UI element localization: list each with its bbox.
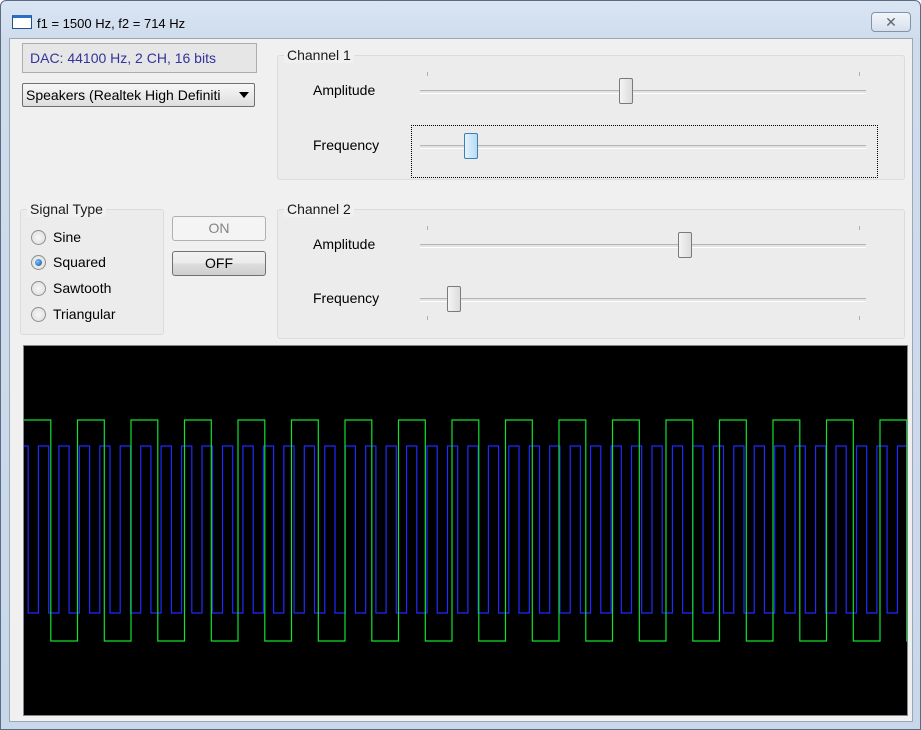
on-button[interactable]: ON bbox=[172, 216, 266, 241]
channel1-label: Channel 1 bbox=[284, 47, 354, 63]
slider-track bbox=[420, 90, 866, 94]
signal-type-label: Signal Type bbox=[27, 201, 106, 217]
slider-tick bbox=[859, 316, 860, 320]
waveform-display bbox=[23, 345, 908, 716]
output-device-value: Speakers (Realtek High Definiti bbox=[26, 87, 221, 103]
slider-thumb[interactable] bbox=[619, 78, 634, 104]
channel1-amplitude-slider[interactable] bbox=[418, 72, 868, 112]
client-area: DAC: 44100 Hz, 2 CH, 16 bits Speakers (R… bbox=[9, 38, 913, 722]
off-button[interactable]: OFF bbox=[172, 251, 266, 276]
title-bar[interactable]: f1 = 1500 Hz, f2 = 714 Hz ✕ bbox=[1, 1, 920, 37]
slider-thumb[interactable] bbox=[447, 286, 461, 312]
slider-thumb[interactable] bbox=[463, 133, 478, 159]
radio-button[interactable] bbox=[31, 281, 46, 296]
slider-track bbox=[420, 298, 866, 302]
signal-type-group: Signal Type Sine Squared Sawtooth Triang… bbox=[20, 201, 164, 335]
window-icon bbox=[12, 15, 32, 29]
channel1-waveform bbox=[24, 445, 907, 614]
channel2-amplitude-label: Amplitude bbox=[313, 236, 376, 252]
slider-tick bbox=[859, 72, 860, 76]
channel1-amplitude-label: Amplitude bbox=[313, 82, 376, 98]
channel1-group: Channel 1 Amplitude Frequency bbox=[277, 47, 905, 180]
channel2-label: Channel 2 bbox=[284, 201, 354, 217]
radio-button[interactable] bbox=[31, 307, 46, 322]
slider-tick bbox=[859, 226, 860, 230]
slider-thumb[interactable] bbox=[678, 232, 692, 258]
slider-track bbox=[420, 244, 866, 248]
channel1-frequency-slider[interactable] bbox=[418, 127, 868, 167]
channel2-group: Channel 2 Amplitude Frequency bbox=[277, 201, 905, 339]
slider-track bbox=[420, 145, 866, 149]
channel2-amplitude-slider[interactable] bbox=[418, 226, 868, 266]
radio-button[interactable] bbox=[31, 255, 46, 270]
radio-button[interactable] bbox=[31, 230, 46, 245]
output-device-select[interactable]: Speakers (Realtek High Definiti bbox=[22, 83, 255, 107]
radio-label: Sine bbox=[53, 229, 82, 245]
dac-info-display: DAC: 44100 Hz, 2 CH, 16 bits bbox=[22, 43, 257, 73]
radio-label: Squared bbox=[53, 254, 106, 270]
channel2-frequency-slider[interactable] bbox=[418, 280, 868, 320]
channel1-frequency-label: Frequency bbox=[313, 137, 380, 153]
slider-tick bbox=[427, 72, 428, 76]
slider-tick bbox=[427, 316, 428, 320]
radio-label: Sawtooth bbox=[53, 280, 112, 296]
close-button[interactable]: ✕ bbox=[871, 12, 911, 32]
slider-tick bbox=[427, 226, 428, 230]
channel2-frequency-label: Frequency bbox=[313, 290, 380, 306]
window-title: f1 = 1500 Hz, f2 = 714 Hz bbox=[37, 16, 186, 31]
radio-label: Triangular bbox=[53, 306, 116, 322]
waveform-canvas bbox=[24, 419, 907, 642]
app-window: f1 = 1500 Hz, f2 = 714 Hz ✕ DAC: 44100 H… bbox=[0, 0, 921, 730]
chevron-down-icon[interactable] bbox=[239, 92, 249, 98]
